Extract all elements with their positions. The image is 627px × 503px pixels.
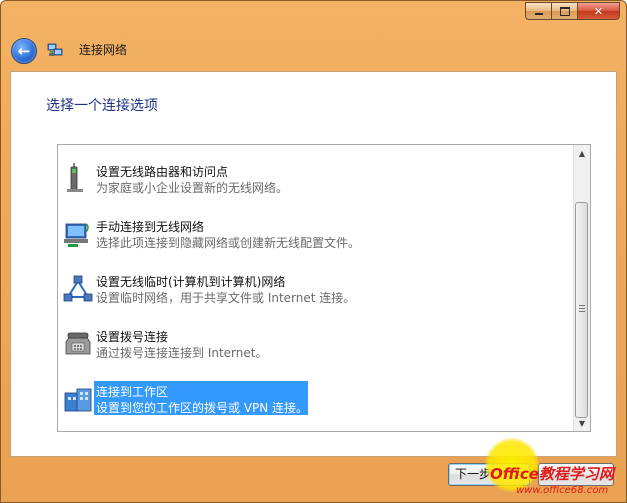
option-adhoc-network[interactable]: 设置无线临时(计算机到计算机)网络 设置临时网络，用于共享文件或 Interne…	[58, 267, 572, 313]
triangle-down-icon: ▼	[578, 418, 586, 428]
page-heading: 选择一个连接选项	[46, 98, 158, 114]
option-title: 连接到工作区	[96, 385, 169, 399]
adhoc-network-icon	[63, 275, 93, 302]
option-description: 为家庭或小企业设置新的无线网络。	[96, 181, 289, 195]
option-wireless-router[interactable]: 设置无线路由器和访问点 为家庭或小企业设置新的无线网络。	[58, 157, 572, 203]
option-title: 设置无线路由器和访问点	[96, 165, 229, 179]
option-title: 设置无线临时(计算机到计算机)网络	[96, 275, 286, 289]
option-description: 设置临时网络，用于共享文件或 Internet 连接。	[96, 291, 356, 305]
option-description: 设置到您的工作区的拨号或 VPN 连接。	[96, 401, 309, 415]
maximize-button[interactable]	[551, 2, 577, 20]
option-description: 选择此项连接到隐藏网络或创建新无线配置文件。	[96, 236, 361, 250]
option-dialup[interactable]: 设置拨号连接 通过拨号连接连接到 Internet。	[58, 322, 572, 368]
scroll-thumb[interactable]	[575, 202, 588, 418]
caption-buttons: ✕	[525, 2, 620, 20]
back-arrow-icon: ←	[17, 42, 31, 60]
navigation-bar: ← 连接网络	[1, 29, 626, 71]
scroll-up-button[interactable]: ▲	[574, 145, 590, 161]
connection-options-list[interactable]: 设置无线路由器和访问点 为家庭或小企业设置新的无线网络。 手动连接到无线网络 选…	[57, 144, 591, 432]
network-icon	[47, 43, 63, 56]
watermark-url: www.office68.com	[516, 485, 609, 496]
content-panel: 选择一个连接选项 设置无线路由器和访问点 为家庭或小企业设置新的无线网络。 手动…	[10, 71, 617, 457]
minimize-button[interactable]	[525, 2, 551, 20]
minimize-icon	[534, 13, 543, 15]
option-description: 通过拨号连接连接到 Internet。	[96, 346, 268, 360]
scroll-down-button[interactable]: ▼	[574, 415, 590, 431]
router-icon	[67, 163, 83, 192]
option-title: 设置拨号连接	[96, 330, 169, 344]
dialup-phone-icon	[65, 332, 91, 355]
option-workplace[interactable]: 连接到工作区 设置到您的工作区的拨号或 VPN 连接。	[58, 377, 572, 423]
workplace-icon	[64, 388, 92, 412]
close-icon: ✕	[593, 4, 604, 18]
connect-network-window: ✕ ← 连接网络 选择一个连接选项 设置无线路由器和访问点 为家庭或小企业设置新…	[0, 0, 627, 503]
triangle-up-icon: ▲	[578, 148, 586, 158]
grip-icon	[579, 305, 585, 312]
option-manual-wireless[interactable]: 手动连接到无线网络 选择此项连接到隐藏网络或创建新无线配置文件。	[58, 212, 572, 258]
option-title: 手动连接到无线网络	[96, 220, 205, 234]
wireless-network-icon	[64, 223, 89, 247]
close-button[interactable]: ✕	[577, 2, 620, 20]
window-title: 连接网络	[79, 43, 128, 57]
back-button[interactable]: ←	[11, 38, 37, 64]
maximize-icon	[559, 6, 570, 16]
list-scrollbar[interactable]: ▲ ▼	[573, 145, 590, 431]
watermark-logo: Office教程学习网	[490, 465, 614, 483]
